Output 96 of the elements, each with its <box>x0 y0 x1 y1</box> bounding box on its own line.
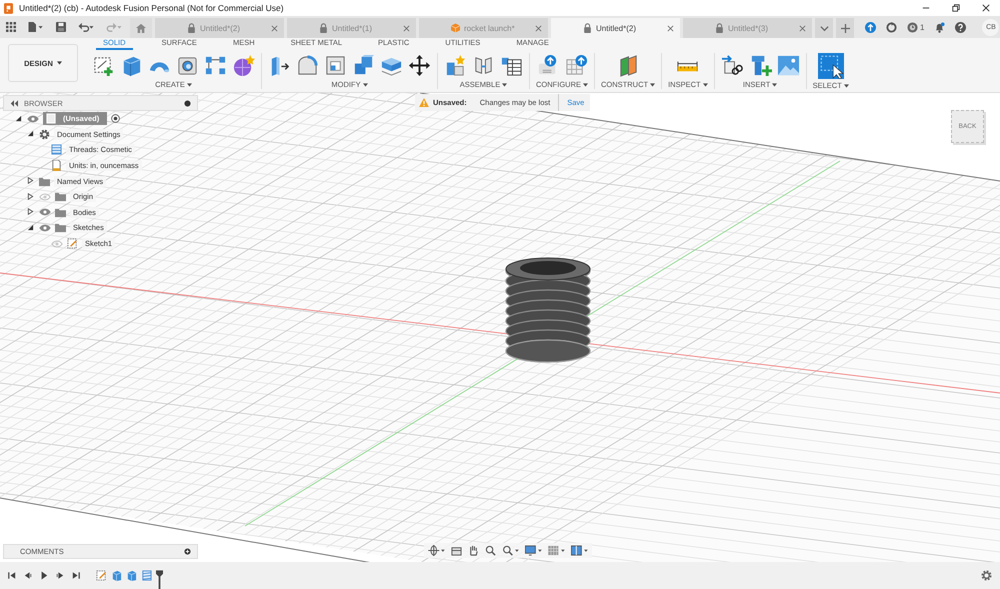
select-icon[interactable] <box>818 53 844 79</box>
new-tab-button[interactable] <box>836 18 854 38</box>
document-tab[interactable]: Untitled*(2) <box>551 18 680 38</box>
step-back-icon[interactable] <box>24 571 32 580</box>
zoom-icon[interactable] <box>485 545 496 556</box>
caret-icon <box>820 24 828 32</box>
close-tab-icon[interactable] <box>535 24 542 32</box>
panel-pin-icon[interactable] <box>184 100 191 106</box>
orbit-icon[interactable] <box>428 545 445 556</box>
close-tab-icon[interactable] <box>799 24 806 32</box>
zoom-window-icon[interactable] <box>502 545 519 556</box>
tab-label: rocket launch* <box>464 24 515 32</box>
configuration-table-icon[interactable] <box>564 54 588 77</box>
caret-icon <box>702 83 708 88</box>
tab-label: Untitled*(3) <box>728 24 768 32</box>
step-forward-icon[interactable] <box>56 571 64 580</box>
look-at-icon[interactable] <box>451 545 462 556</box>
thread-icon <box>51 144 62 156</box>
fillet-icon[interactable] <box>296 54 319 77</box>
move-icon[interactable] <box>408 54 431 77</box>
insert-image-icon[interactable] <box>776 54 800 77</box>
caret-icon <box>362 83 368 88</box>
visibility-eye-icon[interactable] <box>39 208 51 216</box>
document-icon <box>51 160 62 172</box>
lock-icon <box>715 23 724 33</box>
caret-icon <box>583 83 588 88</box>
close-tab-icon[interactable] <box>403 24 410 32</box>
timeline-extrude-icon[interactable] <box>111 570 122 581</box>
shell-icon[interactable] <box>324 54 347 77</box>
close-tab-icon[interactable] <box>271 24 278 32</box>
settings-icon[interactable] <box>981 570 992 581</box>
sketch-icon <box>67 238 78 250</box>
pattern-icon[interactable] <box>204 54 227 77</box>
skip-end-icon[interactable] <box>72 571 80 580</box>
combine-icon[interactable] <box>352 54 375 77</box>
expand-toggle-icon[interactable] <box>27 208 34 216</box>
close-icon[interactable] <box>982 4 990 12</box>
upload-icon[interactable] <box>865 22 876 32</box>
add-comment-icon[interactable] <box>184 548 191 555</box>
display-settings-icon[interactable] <box>525 545 542 556</box>
insert-derive-icon[interactable] <box>720 54 744 77</box>
lock-icon <box>319 23 328 33</box>
expand-toggle-icon[interactable] <box>15 114 22 122</box>
lock-icon <box>583 23 592 33</box>
close-tab-icon[interactable] <box>667 24 674 32</box>
caret-icon <box>772 83 778 88</box>
gear-icon <box>39 128 50 140</box>
app-logo-icon <box>4 2 13 14</box>
expand-toggle-icon[interactable] <box>27 224 34 231</box>
file-menu-icon[interactable] <box>28 22 44 32</box>
component-icon <box>46 113 57 124</box>
warning-icon <box>419 98 429 107</box>
sync-icon[interactable] <box>886 22 897 32</box>
tab-label: Untitled*(2) <box>200 24 240 32</box>
help-icon[interactable] <box>955 22 966 32</box>
visibility-eye-icon[interactable] <box>27 114 39 123</box>
app-grid-icon[interactable] <box>6 22 16 32</box>
caret-icon <box>56 61 62 65</box>
expand-toggle-icon[interactable] <box>27 130 34 138</box>
visibility-eye-icon[interactable] <box>39 224 51 232</box>
cube-icon <box>451 23 460 33</box>
job-status[interactable]: 1 <box>907 22 924 32</box>
lock-icon <box>187 23 196 33</box>
collapse-panel-icon[interactable] <box>10 100 18 106</box>
timeline-marker[interactable] <box>156 570 163 589</box>
caret-icon <box>186 83 192 88</box>
timeline-sketch-icon[interactable] <box>96 570 107 581</box>
folder-icon <box>55 191 66 202</box>
tab-label: Untitled*(2) <box>596 24 636 32</box>
expand-toggle-icon[interactable] <box>27 192 34 200</box>
caret-icon <box>502 83 508 88</box>
play-icon[interactable] <box>40 571 48 580</box>
timeline-extrude-icon[interactable] <box>126 570 137 581</box>
expand-toggle-icon[interactable] <box>27 177 34 184</box>
folder-icon <box>55 222 66 234</box>
timeline-thread-icon[interactable] <box>141 570 152 581</box>
form-icon[interactable] <box>232 54 255 77</box>
plus-icon <box>840 24 850 32</box>
viewports-icon[interactable] <box>571 545 588 556</box>
notification-bell-icon[interactable] <box>934 22 946 32</box>
tab-list-button[interactable] <box>815 18 833 38</box>
home-tab[interactable] <box>130 18 152 38</box>
activate-radio-icon[interactable] <box>111 114 120 124</box>
caret-icon <box>844 84 849 88</box>
tab-label: Untitled*(1) <box>332 24 372 32</box>
caret-icon <box>650 83 656 88</box>
window-title: Untitled*(2) (cb) - Autodesk Fusion Personal (Not for Commercial Use) <box>19 3 284 13</box>
grid-settings-icon[interactable] <box>548 545 565 556</box>
new-component-icon[interactable] <box>444 54 467 77</box>
save-icon[interactable] <box>56 22 66 32</box>
undo-icon[interactable] <box>78 22 94 32</box>
home-icon <box>136 23 146 33</box>
pan-hand-icon[interactable] <box>468 545 479 556</box>
skip-start-icon[interactable] <box>8 571 16 580</box>
clock-icon <box>907 22 918 32</box>
restore-icon[interactable] <box>952 4 960 12</box>
